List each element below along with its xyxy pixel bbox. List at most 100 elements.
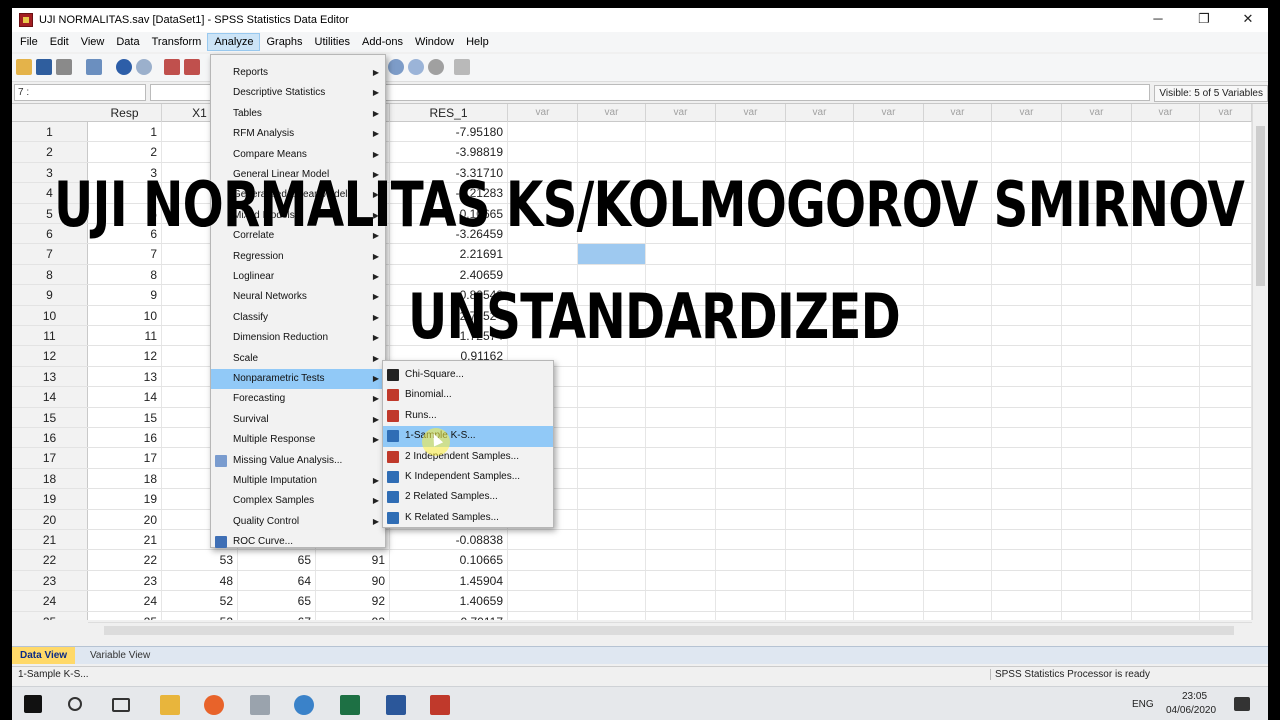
table-cell[interactable]: 19 <box>88 489 162 509</box>
empty-cell[interactable] <box>992 591 1062 611</box>
menu-utilities[interactable]: Utilities <box>309 34 356 50</box>
empty-cell[interactable] <box>786 468 854 489</box>
empty-cell[interactable] <box>1062 346 1132 366</box>
row-number[interactable]: 20 <box>12 509 88 529</box>
spelling-icon[interactable] <box>454 59 470 75</box>
empty-cell[interactable] <box>924 509 992 529</box>
empty-cell[interactable] <box>1062 387 1132 407</box>
empty-cell[interactable] <box>992 366 1062 387</box>
empty-cell[interactable] <box>578 611 646 620</box>
empty-cell[interactable] <box>924 407 992 427</box>
table-cell[interactable]: -7.95180 <box>390 122 508 142</box>
empty-cell[interactable] <box>854 591 924 611</box>
empty-cell[interactable] <box>786 489 854 509</box>
empty-cell[interactable] <box>1132 550 1200 570</box>
empty-cell[interactable] <box>1132 509 1200 529</box>
table-cell[interactable]: 53 <box>162 550 238 570</box>
nonparametric-menu-item[interactable]: Runs... <box>383 406 553 426</box>
empty-cell[interactable] <box>1200 387 1252 407</box>
empty-cell[interactable] <box>786 509 854 529</box>
empty-cell[interactable] <box>854 387 924 407</box>
empty-cell[interactable] <box>1132 366 1200 387</box>
analyze-menu-item[interactable]: Regression ▶ <box>211 247 385 267</box>
table-cell[interactable]: 1 <box>88 122 162 142</box>
row-number[interactable]: 23 <box>12 570 88 591</box>
analyze-menu-item[interactable]: RFM Analysis ▶ <box>211 124 385 144</box>
menu-view[interactable]: View <box>75 34 111 50</box>
vertical-scroll-thumb[interactable] <box>1256 126 1265 286</box>
table-cell[interactable]: 12 <box>88 346 162 366</box>
empty-cell[interactable] <box>854 407 924 427</box>
row-number[interactable]: 21 <box>12 530 88 550</box>
empty-cell[interactable] <box>1062 530 1132 550</box>
empty-cell[interactable] <box>646 468 716 489</box>
empty-cell[interactable] <box>716 509 786 529</box>
empty-cell[interactable] <box>578 530 646 550</box>
apps-icon[interactable] <box>250 695 270 715</box>
empty-cell[interactable] <box>646 142 716 162</box>
analyze-menu-item[interactable]: Classify ▶ <box>211 308 385 328</box>
empty-cell[interactable] <box>854 611 924 620</box>
column-header[interactable]: var <box>924 104 992 122</box>
table-cell[interactable]: 1.40659 <box>390 591 508 611</box>
empty-cell[interactable] <box>716 448 786 468</box>
empty-cell[interactable] <box>924 366 992 387</box>
menu-help[interactable]: Help <box>460 34 495 50</box>
empty-cell[interactable] <box>1062 489 1132 509</box>
empty-cell[interactable] <box>716 550 786 570</box>
goto-variable-icon[interactable] <box>184 59 200 75</box>
empty-cell[interactable] <box>786 122 854 142</box>
open-icon[interactable] <box>16 59 32 75</box>
empty-cell[interactable] <box>786 611 854 620</box>
table-cell[interactable]: 14 <box>88 387 162 407</box>
empty-cell[interactable] <box>716 489 786 509</box>
row-number[interactable]: 2 <box>12 142 88 162</box>
empty-cell[interactable] <box>854 244 924 264</box>
tab-variable-view[interactable]: Variable View <box>82 647 158 664</box>
empty-cell[interactable] <box>578 468 646 489</box>
empty-cell[interactable] <box>646 122 716 142</box>
browser-globe-icon[interactable] <box>294 695 314 715</box>
empty-cell[interactable] <box>992 326 1062 346</box>
row-number[interactable]: 12 <box>12 346 88 366</box>
table-cell[interactable]: 90 <box>316 570 390 591</box>
empty-cell[interactable] <box>716 407 786 427</box>
empty-cell[interactable] <box>924 264 992 285</box>
print-icon[interactable] <box>56 59 72 75</box>
menu-transform[interactable]: Transform <box>146 34 208 50</box>
empty-cell[interactable] <box>646 591 716 611</box>
empty-cell[interactable] <box>578 570 646 591</box>
empty-cell[interactable] <box>508 244 578 264</box>
empty-cell[interactable] <box>578 366 646 387</box>
empty-cell[interactable] <box>1062 591 1132 611</box>
show-all-icon[interactable] <box>428 59 444 75</box>
empty-cell[interactable] <box>854 448 924 468</box>
value-labels-icon[interactable] <box>388 59 404 75</box>
empty-cell[interactable] <box>992 285 1062 305</box>
empty-cell[interactable] <box>854 530 924 550</box>
empty-cell[interactable] <box>1062 509 1132 529</box>
column-header[interactable]: var <box>786 104 854 122</box>
empty-cell[interactable] <box>1062 326 1132 346</box>
empty-cell[interactable] <box>1132 591 1200 611</box>
minimize-button[interactable]: ─ <box>1136 8 1180 32</box>
table-cell[interactable]: 9 <box>88 285 162 305</box>
clock-date[interactable]: 04/06/2020 <box>1166 705 1216 716</box>
empty-cell[interactable] <box>992 264 1062 285</box>
menu-edit[interactable]: Edit <box>44 34 75 50</box>
column-header[interactable]: var <box>578 104 646 122</box>
empty-cell[interactable] <box>992 407 1062 427</box>
excel-icon[interactable] <box>340 695 360 715</box>
empty-cell[interactable] <box>646 366 716 387</box>
empty-cell[interactable] <box>1200 264 1252 285</box>
table-cell[interactable]: 13 <box>88 366 162 387</box>
empty-cell[interactable] <box>1132 346 1200 366</box>
table-cell[interactable]: 2.21691 <box>390 244 508 264</box>
empty-cell[interactable] <box>924 591 992 611</box>
menu-data[interactable]: Data <box>110 34 145 50</box>
column-header[interactable]: var <box>1062 104 1132 122</box>
use-sets-icon[interactable] <box>408 59 424 75</box>
table-cell[interactable]: 0.10665 <box>390 550 508 570</box>
empty-cell[interactable] <box>1200 366 1252 387</box>
empty-cell[interactable] <box>1132 611 1200 620</box>
